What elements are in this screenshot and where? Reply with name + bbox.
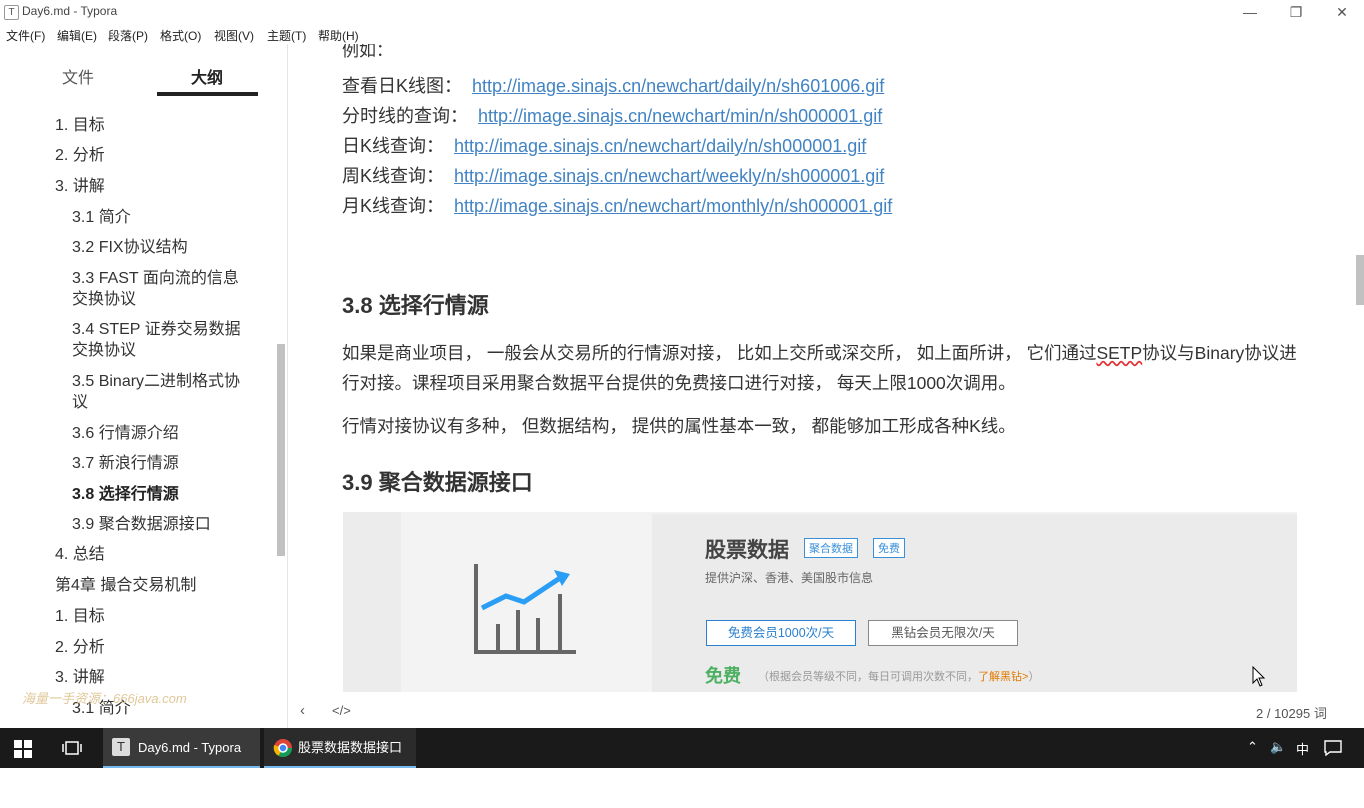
minute-chart-link[interactable]: http://image.sinajs.cn/newchart/min/n/sh… [478, 106, 882, 126]
link-label: 分时线的查询： [342, 106, 468, 126]
word-count[interactable]: 2 / 10295 词 [1256, 703, 1327, 722]
plan-note: （根据会员等级不同，每日可调用次数不同，了解黑钻>） [758, 668, 1039, 684]
minimize-button[interactable]: — [1230, 2, 1270, 22]
link-row: 周K线查询： http://image.sinajs.cn/newchart/we… [342, 162, 884, 188]
plan-note-link: 了解黑钻> [978, 671, 1029, 683]
link-label: 月K线查询： [342, 196, 445, 216]
outline-item[interactable]: 3.2 FIX协议结构 [72, 237, 188, 258]
paragraph-1-text-a: 如果是商业项目， 一般会从交易所的行情源对接， 比如上交所或深交所， 如上面所讲… [342, 343, 1097, 363]
link-label: 日K线查询： [342, 136, 445, 156]
typora-app-icon: T [4, 5, 19, 20]
paragraph-2: 行情对接协议有多种， 但数据结构， 提供的属性基本一致， 都能够加工形成各种K线… [342, 416, 1016, 436]
link-row: 月K线查询： http://image.sinajs.cn/newchart/mo… [342, 192, 892, 218]
taskbar: T Day6.md - Typora 股票数据数据接口_... ⌃ 🔈 中 [0, 728, 1364, 795]
active-tab-indicator [157, 92, 258, 96]
watermark: 海量一手资源：666java.com [22, 691, 187, 706]
diamond-member-plan: 黑钻会员无限次/天 [868, 620, 1018, 646]
sidebar-scrollbar[interactable] [277, 344, 285, 556]
chrome-icon [273, 739, 292, 758]
outline-item[interactable]: 第4章 撮合交易机制 [55, 575, 196, 596]
product-description: 提供沪深、香港、美国股市信息 [705, 571, 874, 585]
monthly-chart-link[interactable]: http://image.sinajs.cn/newchart/monthly/… [454, 196, 892, 216]
task-view-icon[interactable] [62, 741, 82, 755]
partial-text: 例如： [342, 44, 393, 60]
weekly-chart-link[interactable]: http://image.sinajs.cn/newchart/weekly/n… [454, 166, 884, 186]
free-member-plan: 免费会员1000次/天 [706, 620, 856, 646]
heading-3-8: 3.8 选择行情源 [342, 293, 489, 318]
tab-files[interactable]: 文件 [62, 64, 94, 88]
embedded-image: 股票数据 聚合数据 免费 提供沪深、香港、美国股市信息 免费会员1000次/天 … [343, 512, 1297, 692]
daily-k-chart-link[interactable]: http://image.sinajs.cn/newchart/daily/n/… [472, 76, 884, 96]
free-tag: 免费 [873, 538, 905, 558]
menu-edit[interactable]: 编辑(E) [57, 27, 97, 44]
plan-note-end: ） [1028, 671, 1040, 683]
product-card: 股票数据 聚合数据 免费 提供沪深、香港、美国股市信息 免费会员1000次/天 … [652, 514, 1297, 692]
outline-item-cont[interactable]: 议 [72, 392, 88, 413]
product-title: 股票数据 [705, 539, 789, 562]
image-left-strip [343, 512, 401, 692]
stock-chart-icon [474, 564, 576, 654]
link-row: 分时线的查询： http://image.sinajs.cn/newchart/m… [342, 102, 882, 128]
paragraph-1: 如果是商业项目， 一般会从交易所的行情源对接， 比如上交所或深交所， 如上面所讲… [342, 338, 1302, 398]
restore-button[interactable]: ❐ [1276, 2, 1316, 22]
mouse-cursor-icon [1252, 666, 1266, 687]
toggle-sidebar-icon[interactable]: ‹ [300, 702, 305, 719]
link-label: 周K线查询： [342, 166, 445, 186]
juhe-tag: 聚合数据 [804, 538, 858, 558]
editor-content: 例如： 查看日K线图： http://image.sinajs.cn/newcha… [288, 44, 1364, 728]
outline-item-cont[interactable]: 交换协议 [72, 289, 136, 310]
link-row: 日K线查询： http://image.sinajs.cn/newchart/da… [342, 132, 866, 158]
outline-item[interactable]: 3.7 新浪行情源 [72, 453, 179, 474]
outline-item[interactable]: 2. 分析 [55, 637, 105, 658]
chevron-up-icon[interactable]: ⌃ [1247, 739, 1258, 755]
volume-icon[interactable]: 🔈 [1270, 739, 1286, 755]
misspelled-word: SETP [1096, 343, 1143, 363]
sidebar: 文件 大纲 1. 目标 2. 分析 3. 讲解 3.1 简介 3.2 FIX协议… [0, 44, 288, 728]
outline-item[interactable]: 3.3 FAST 面向流的信息 [72, 268, 239, 289]
outline-item[interactable]: 3.9 聚合数据源接口 [72, 514, 211, 535]
outline-item[interactable]: 3.4 STEP 证券交易数据 [72, 319, 241, 340]
taskbar-chrome[interactable]: 股票数据数据接口_... [264, 728, 416, 795]
window-title: Day6.md - Typora [22, 4, 118, 18]
menu-format[interactable]: 格式(O) [160, 27, 201, 44]
outline-item[interactable]: 2. 分析 [55, 145, 105, 166]
plan-note-text: （根据会员等级不同，每日可调用次数不同， [758, 671, 978, 683]
source-code-mode-icon[interactable]: </> [332, 703, 351, 718]
tab-outline[interactable]: 大纲 [191, 64, 223, 88]
outline-item[interactable]: 4. 总结 [55, 544, 105, 565]
menu-paragraph[interactable]: 段落(P) [108, 27, 148, 44]
close-button[interactable]: ✕ [1322, 2, 1362, 22]
windows-start-icon[interactable] [14, 740, 32, 758]
daily-chart-link[interactable]: http://image.sinajs.cn/newchart/daily/n/… [454, 136, 866, 156]
link-row: 查看日K线图： http://image.sinajs.cn/newchart/d… [342, 72, 884, 98]
outline-item-cont[interactable]: 交换协议 [72, 340, 136, 361]
link-label: 查看日K线图： [342, 76, 463, 96]
editor-scrollbar[interactable] [1356, 255, 1364, 305]
menu-file[interactable]: 文件(F) [6, 27, 45, 44]
ime-indicator[interactable]: 中 [1296, 739, 1309, 758]
price-free: 免费 [705, 666, 741, 686]
outline-item[interactable]: 1. 目标 [55, 606, 105, 627]
menu-help[interactable]: 帮助(H) [318, 27, 359, 44]
notification-icon[interactable] [1324, 740, 1342, 756]
taskbar-typora[interactable]: T Day6.md - Typora [103, 728, 260, 768]
outline-item[interactable]: 3. 讲解 [55, 667, 105, 688]
typora-icon: T [112, 738, 130, 756]
menu-bar: 文件(F) 编辑(E) 段落(P) 格式(O) 视图(V) 主题(T) 帮助(H… [0, 24, 1364, 44]
outline-item[interactable]: 3. 讲解 [55, 176, 105, 197]
title-bar: T Day6.md - Typora — ❐ ✕ [0, 0, 1364, 24]
taskbar-typora-label: Day6.md - Typora [138, 740, 242, 755]
menu-theme[interactable]: 主题(T) [267, 27, 306, 44]
outline-item[interactable]: 3.5 Binary二进制格式协 [72, 371, 240, 392]
outline-item-active[interactable]: 3.8 选择行情源 [72, 484, 179, 505]
heading-3-9: 3.9 聚合数据源接口 [342, 470, 533, 495]
menu-view[interactable]: 视图(V) [214, 27, 254, 44]
outline-item[interactable]: 3.6 行情源介绍 [72, 423, 179, 444]
outline-item[interactable]: 3.1 简介 [72, 207, 131, 228]
taskbar-chrome-label: 股票数据数据接口_... [298, 740, 403, 795]
outline-item[interactable]: 1. 目标 [55, 115, 105, 136]
